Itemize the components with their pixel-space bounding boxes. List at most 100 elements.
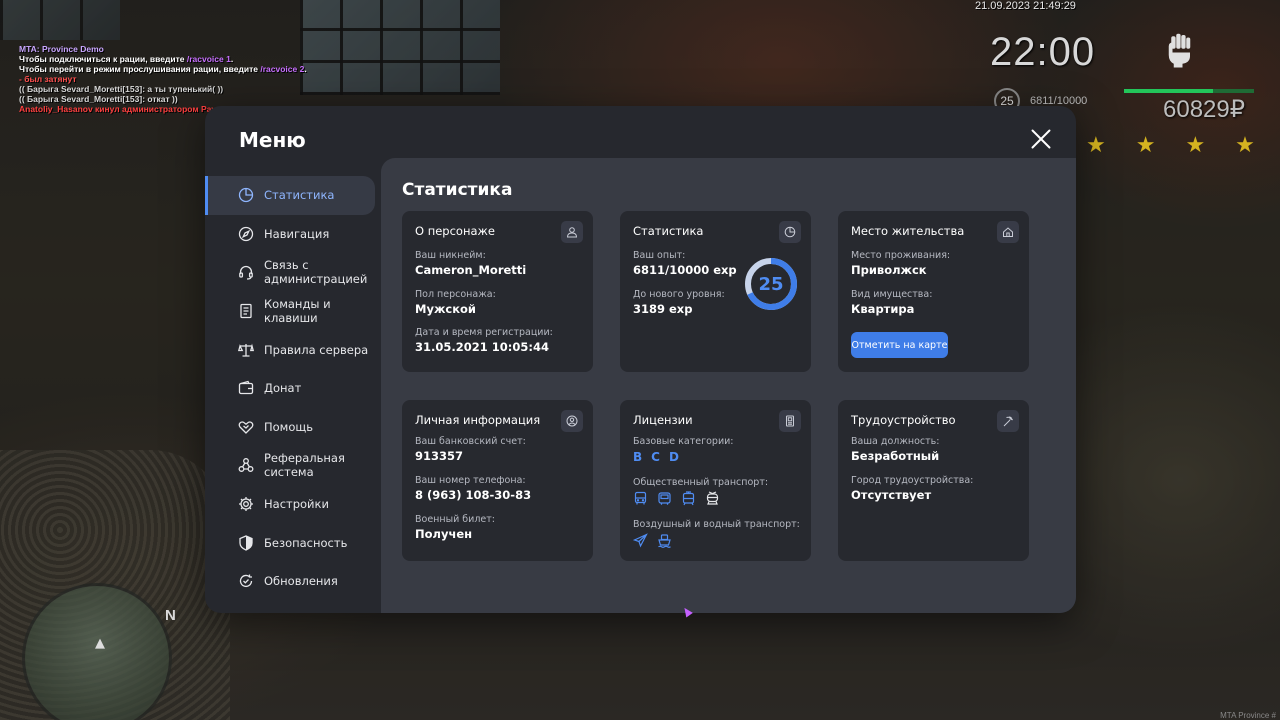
license-categories: B C D	[633, 450, 679, 464]
pie-chart-icon	[238, 187, 254, 203]
menu-panel: Меню Статистика Навигация Связь с админи…	[205, 106, 1076, 613]
license-category: C	[651, 450, 660, 464]
license-category: D	[668, 450, 679, 464]
registration-value: 31.05.2021 10:05:44	[415, 340, 549, 354]
trolleybus-icon	[705, 491, 720, 510]
home-icon	[997, 221, 1019, 243]
sidebar-item-navigation[interactable]: Навигация	[205, 215, 381, 254]
page-title: Статистика	[402, 180, 513, 200]
sidebar-item-label: Помощь	[264, 419, 314, 434]
property-value: Квартира	[851, 302, 915, 316]
public-transport-icons	[633, 491, 720, 510]
chat-line: - был затянут	[19, 74, 77, 84]
chat-line: MTA: Province Demo	[19, 44, 104, 54]
card-title: Личная информация	[415, 413, 541, 427]
sidebar-item-label: Реферальная система	[264, 451, 345, 480]
compass-icon	[238, 226, 254, 242]
card-title: Трудоустройство	[851, 413, 956, 427]
license-category: B	[633, 450, 643, 464]
hud-date: 21.09.2023 21:49:29	[975, 0, 1076, 12]
field-label: Общественный транспорт:	[633, 477, 769, 488]
sidebar-item-updates[interactable]: Обновления	[205, 562, 381, 601]
chat-line: (( Барыга Sevard_Moretti[153]: откат ))	[19, 94, 178, 104]
referral-icon	[238, 457, 254, 473]
field-label: Город трудоустройства:	[851, 475, 974, 486]
sidebar-item-referral[interactable]: Реферальная система	[205, 446, 381, 485]
user-icon	[561, 221, 583, 243]
exp-value: 6811/10000 exp	[633, 263, 737, 277]
chat-line: Чтобы подключиться к рации, введите /rac…	[19, 54, 234, 64]
field-label: Ваш номер телефона:	[415, 475, 526, 486]
wanted-stars: ★★★★	[1086, 133, 1280, 158]
sidebar-item-help[interactable]: Помощь	[205, 408, 381, 447]
close-icon[interactable]	[1030, 128, 1052, 150]
sidebar: Статистика Навигация Связь с администрац…	[205, 176, 381, 601]
city-value: Приволжск	[851, 263, 927, 277]
card-title: Статистика	[633, 224, 704, 238]
sidebar-item-settings[interactable]: Настройки	[205, 485, 381, 524]
field-label: Ваш никнейм:	[415, 250, 486, 261]
pie-chart-icon	[779, 221, 801, 243]
card-residence: Место жительства Место проживания: Приво…	[838, 211, 1029, 372]
sidebar-item-label: Навигация	[264, 226, 330, 241]
field-label: Ваш банковский счет:	[415, 436, 526, 447]
minimap-north-label: N	[165, 607, 176, 624]
chat-line: Чтобы перейти в режим прослушивания раци…	[19, 64, 307, 74]
minimap	[22, 583, 172, 720]
field-label: Ваш опыт:	[633, 250, 686, 261]
handshake-icon	[238, 419, 254, 435]
scales-icon	[238, 342, 254, 358]
chat-line: (( Барыга Sevard_Moretti[153]: а ты тупе…	[19, 84, 224, 94]
bus-icon	[633, 491, 648, 510]
sidebar-item-label: Правила сервера	[264, 342, 369, 357]
sidebar-item-label: Связь с администрацией	[264, 258, 368, 287]
hud-money: 60829₽	[1163, 96, 1246, 123]
gender-value: Мужской	[415, 302, 476, 316]
card-personal-info: Личная информация Ваш банковский счет: 9…	[402, 400, 593, 561]
sidebar-item-label: Команды и клавиши	[264, 297, 331, 326]
sidebar-item-admin-contact[interactable]: Связь с администрацией	[205, 253, 381, 292]
sidebar-item-donate[interactable]: Донат	[205, 369, 381, 408]
headset-icon	[238, 264, 254, 281]
license-card-icon	[779, 410, 801, 432]
field-label: Место проживания:	[851, 250, 951, 261]
field-label: Вид имущества:	[851, 289, 933, 300]
phone-value: 8 (963) 108-30-83	[415, 488, 532, 502]
airplane-icon	[632, 533, 648, 552]
sidebar-item-label: Безопасность	[264, 535, 348, 550]
gear-icon	[238, 496, 254, 512]
field-label: До нового уровня:	[633, 289, 725, 300]
field-label: Дата и время регистрации:	[415, 327, 553, 338]
card-title: Место жительства	[851, 224, 965, 238]
sidebar-item-security[interactable]: Безопасность	[205, 523, 381, 562]
card-licenses: Лицензии Базовые категории: B C D Общест…	[620, 400, 811, 561]
watermark: MTA Province #	[1220, 711, 1276, 720]
card-character: О персонаже Ваш никнейм: Cameron_Moretti…	[402, 211, 593, 372]
refresh-check-icon	[238, 573, 254, 589]
field-label: Базовые категории:	[633, 436, 734, 447]
user-circle-icon	[561, 410, 583, 432]
field-label: Ваша должность:	[851, 436, 940, 447]
sidebar-item-rules[interactable]: Правила сервера	[205, 330, 381, 369]
pickaxe-icon	[997, 410, 1019, 432]
field-label: Военный билет:	[415, 514, 495, 525]
hud-clock: 22:00	[990, 30, 1096, 74]
sidebar-item-commands[interactable]: Команды и клавиши	[205, 292, 381, 331]
level-number: 25	[758, 273, 784, 295]
air-water-transport-icons	[632, 533, 672, 552]
military-id-value: Получен	[415, 527, 473, 541]
position-value: Безработный	[851, 449, 940, 463]
field-label: Воздушный и водный транспорт:	[633, 519, 800, 530]
mark-on-map-button[interactable]: Отметить на карте	[851, 332, 948, 358]
hud-health-bar	[1124, 89, 1254, 93]
work-city-value: Отсутствует	[851, 488, 932, 502]
card-employment: Трудоустройство Ваша должность: Безработ…	[838, 400, 1029, 561]
sidebar-item-label: Донат	[264, 381, 302, 396]
shield-icon	[238, 534, 254, 551]
chat-log: MTA: Province Demo Чтобы подключиться к …	[19, 44, 307, 114]
player-arrow-icon: ▲	[95, 636, 105, 651]
sidebar-item-statistics[interactable]: Статистика	[205, 176, 375, 215]
tram-icon	[681, 491, 696, 510]
sidebar-item-label: Обновления	[264, 574, 338, 589]
bus-front-icon	[657, 491, 672, 510]
